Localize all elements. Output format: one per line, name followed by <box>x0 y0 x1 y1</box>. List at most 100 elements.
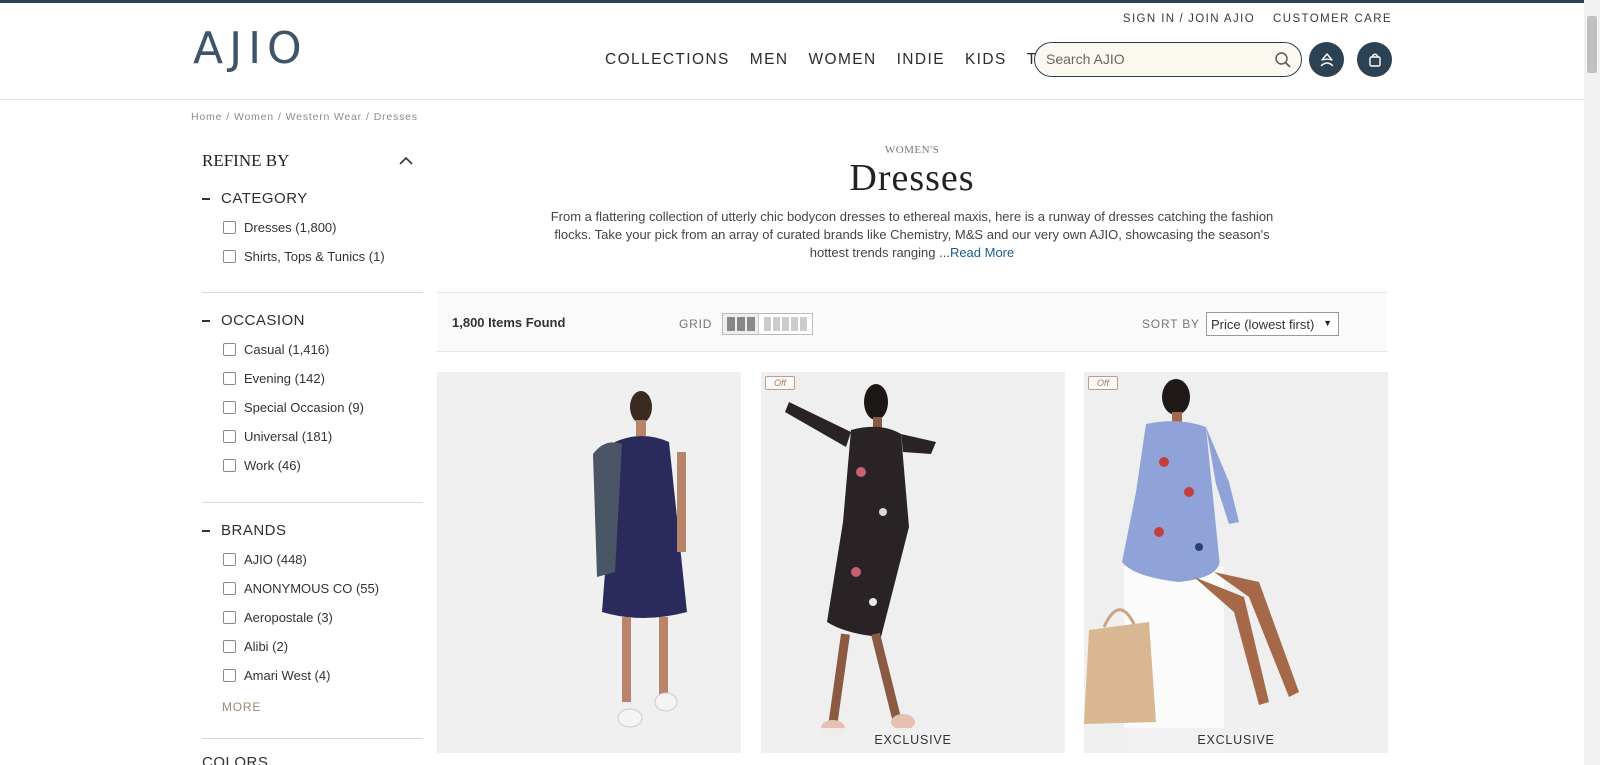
filter-option[interactable]: Shirts, Tops & Tunics (1) <box>223 249 385 264</box>
filter-option[interactable]: Amari West (4) <box>223 668 330 683</box>
ajio-logo[interactable]: AJIO <box>193 23 308 74</box>
filter-option-label: Alibi (2) <box>244 639 289 654</box>
offer-tag: Off <box>1088 376 1118 390</box>
sort-select[interactable]: Price (lowest first) ▼ <box>1206 312 1339 336</box>
sign-in-link[interactable]: SIGN IN <box>1123 13 1176 25</box>
bag-button[interactable] <box>1357 42 1392 77</box>
filter-option-label: Casual (1,416) <box>244 342 330 357</box>
page-scrollbar[interactable] <box>1584 0 1600 765</box>
breadcrumb-home[interactable]: Home <box>191 111 222 123</box>
checkbox[interactable] <box>223 372 236 385</box>
breadcrumb-separator: / <box>277 111 282 123</box>
filter-option-label: AJIO (448) <box>244 552 307 567</box>
filter-option[interactable]: Casual (1,416) <box>223 342 329 357</box>
refine-title: REFINE BY <box>202 151 290 170</box>
divider <box>202 292 423 293</box>
product-image <box>1084 372 1388 753</box>
nav-item-women[interactable]: WOMEN <box>808 51 876 69</box>
product-card[interactable]: Off EXCLUSIVE <box>761 372 1065 753</box>
breadcrumb-women[interactable]: Women <box>234 111 274 123</box>
listing-toolbar: 1,800 Items Found GRID SORT BY Price (lo… <box>437 292 1387 352</box>
checkbox[interactable] <box>223 640 236 653</box>
brands-more-link[interactable]: MORE <box>222 700 261 714</box>
customer-care-link[interactable]: CUSTOMER CARE <box>1273 13 1392 25</box>
divider <box>202 502 423 503</box>
filter-option[interactable]: Evening (142) <box>223 371 325 386</box>
exclusive-badge: EXCLUSIVE <box>761 728 1065 753</box>
checkbox[interactable] <box>223 459 236 472</box>
util-separator: / <box>1179 13 1185 25</box>
checkbox[interactable] <box>223 430 236 443</box>
checkbox[interactable] <box>223 553 236 566</box>
scrollbar-thumb[interactable] <box>1587 16 1597 73</box>
nav-item-indie[interactable]: INDIE <box>897 51 945 69</box>
breadcrumb: Home / Women / Western Wear / Dresses <box>191 111 418 123</box>
filter-option[interactable]: Aeropostale (3) <box>223 610 333 625</box>
collapse-icon <box>202 319 210 322</box>
filter-option[interactable]: Dresses (1,800) <box>223 220 336 235</box>
page: AJIO SIGN IN / JOIN AJIO CUSTOMER CARE COL… <box>0 0 1584 765</box>
facet-category-label: CATEGORY <box>221 190 308 207</box>
page-title: Dresses <box>849 157 975 199</box>
checkbox[interactable] <box>223 401 236 414</box>
bag-icon <box>1368 53 1381 67</box>
filter-option[interactable]: Alibi (2) <box>223 639 288 654</box>
sort-label: SORT BY <box>1142 317 1200 331</box>
facet-occasion-label: OCCASION <box>221 312 306 329</box>
filter-option-label: Amari West (4) <box>244 668 331 683</box>
read-more-link[interactable]: Read More <box>950 245 1014 260</box>
items-found-count: 1,800 Items Found <box>452 315 566 330</box>
search-icon[interactable] <box>1274 51 1292 69</box>
facet-brands-label: BRANDS <box>221 522 287 539</box>
collapse-icon <box>202 197 210 200</box>
offer-tag: Off <box>765 376 795 390</box>
sort-select-value: Price (lowest first) <box>1211 317 1315 332</box>
filter-option-label: Evening (142) <box>244 371 325 386</box>
grid-toggle <box>722 313 813 335</box>
breadcrumb-dresses: Dresses <box>373 111 418 123</box>
divider <box>202 738 423 739</box>
main-nav: COLLECTIONS MEN WOMEN INDIE KIDS TECH <box>605 51 1075 69</box>
account-button[interactable] <box>1309 42 1344 77</box>
breadcrumb-western-wear[interactable]: Western Wear <box>286 111 362 123</box>
product-image <box>437 372 741 753</box>
nav-item-kids[interactable]: KIDS <box>965 51 1007 69</box>
filter-option[interactable]: ANONYMOUS CO (55) <box>223 581 379 596</box>
chevron-up-icon[interactable] <box>397 152 415 170</box>
checkbox[interactable] <box>223 343 236 356</box>
filter-option[interactable]: AJIO (448) <box>223 552 307 567</box>
filter-option-label: Aeropostale (3) <box>244 610 333 625</box>
product-card[interactable] <box>437 372 741 753</box>
checkbox[interactable] <box>223 611 236 624</box>
search-box <box>1034 42 1302 77</box>
user-icon <box>1320 52 1333 67</box>
filter-option-label: Universal (181) <box>244 429 333 444</box>
filter-option[interactable]: Universal (181) <box>223 429 332 444</box>
collapse-icon <box>202 529 210 532</box>
search-input[interactable] <box>1046 51 1266 67</box>
facet-colors-label: COLORS <box>202 754 269 765</box>
product-card[interactable]: Off EXCLUSIVE <box>1084 372 1388 753</box>
join-link[interactable]: JOIN AJIO <box>1188 13 1255 25</box>
facet-brands-header[interactable]: BRANDS <box>202 522 287 539</box>
facet-colors-header[interactable]: COLORS <box>202 754 268 765</box>
checkbox[interactable] <box>223 669 236 682</box>
filter-option-label: Dresses (1,800) <box>244 220 337 235</box>
category-title-wrap: Dresses <box>437 156 1387 200</box>
category-description-text: From a flattering collection of utterly … <box>550 209 1274 260</box>
grid-3-columns-icon[interactable] <box>723 314 759 334</box>
grid-5-columns-icon[interactable] <box>759 314 812 334</box>
checkbox[interactable] <box>223 582 236 595</box>
nav-item-men[interactable]: MEN <box>750 51 789 69</box>
facet-category-header[interactable]: CATEGORY <box>202 190 308 207</box>
checkbox[interactable] <box>223 221 236 234</box>
caret-down-icon: ▼ <box>1323 318 1332 328</box>
nav-item-collections[interactable]: COLLECTIONS <box>605 51 730 69</box>
checkbox[interactable] <box>223 250 236 263</box>
breadcrumb-separator: / <box>226 111 230 123</box>
filter-option-label: ANONYMOUS CO (55) <box>244 581 380 596</box>
filter-option[interactable]: Special Occasion (9) <box>223 400 364 415</box>
facet-occasion-header[interactable]: OCCASION <box>202 312 305 329</box>
site-header: AJIO SIGN IN / JOIN AJIO CUSTOMER CARE COL… <box>0 3 1584 100</box>
filter-option[interactable]: Work (46) <box>223 458 301 473</box>
